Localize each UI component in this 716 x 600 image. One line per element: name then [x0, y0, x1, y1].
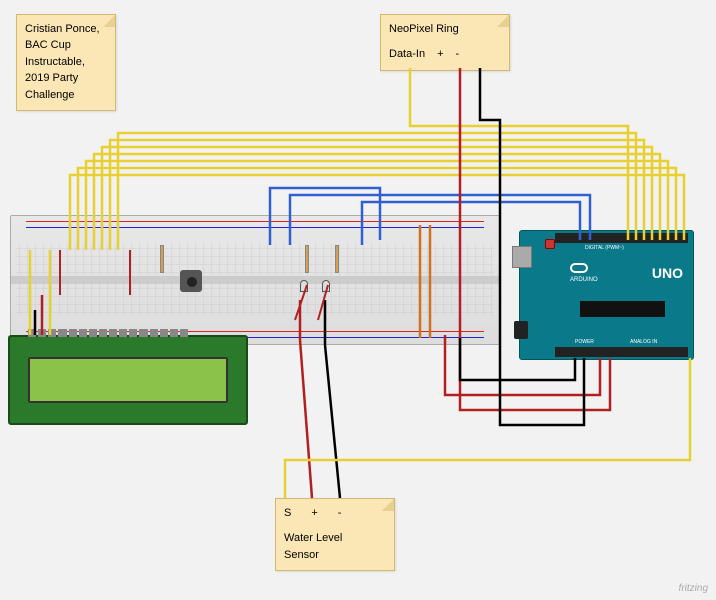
water-pin-pos: +	[311, 506, 317, 521]
usb-port	[512, 246, 532, 268]
author-note: Cristian Ponce, BAC Cup Instructable, 20…	[16, 14, 116, 111]
lcd-screen	[28, 357, 228, 403]
atmega-chip	[580, 301, 665, 317]
note-line: BAC Cup	[25, 38, 107, 53]
uno-label: UNO	[652, 265, 683, 281]
neopixel-pin-neg: -	[456, 47, 460, 62]
potentiometer	[180, 270, 202, 292]
neopixel-pin-data: Data-In	[389, 47, 425, 62]
water-pin-neg: -	[338, 506, 342, 521]
note-line: Cristian Ponce,	[25, 22, 107, 37]
note-line: Challenge	[25, 88, 107, 103]
analog-headers	[555, 347, 688, 357]
arduino-text: ARDUINO	[570, 277, 598, 283]
water-title-2: Sensor	[284, 548, 386, 563]
neopixel-pin-pos: +	[437, 47, 443, 62]
power-text: POWER	[575, 339, 594, 345]
note-line: Instructable,	[25, 55, 107, 70]
resistor-1	[160, 245, 164, 273]
breadboard	[10, 215, 500, 345]
note-line: 2019 Party	[25, 71, 107, 86]
resistor-2	[305, 245, 309, 273]
fritzing-watermark: fritzing	[679, 583, 708, 594]
neopixel-note: NeoPixel Ring Data-In + -	[380, 14, 510, 71]
digital-headers	[555, 233, 688, 243]
neopixel-title: NeoPixel Ring	[389, 22, 501, 37]
resistor-3	[335, 245, 339, 273]
water-title-1: Water Level	[284, 531, 386, 546]
infinity-logo	[570, 263, 588, 273]
power-jack	[514, 321, 528, 339]
digital-text: DIGITAL (PWM~)	[585, 245, 624, 251]
arduino-uno: UNO ARDUINO DIGITAL (PWM~) ANALOG IN POW…	[519, 230, 694, 360]
analog-text: ANALOG IN	[630, 339, 657, 345]
lcd-display	[8, 335, 248, 425]
led-1	[300, 280, 308, 292]
water-pin-signal: S	[284, 506, 291, 521]
reset-button	[545, 239, 555, 249]
led-2	[322, 280, 330, 292]
water-sensor-note: S + - Water Level Sensor	[275, 498, 395, 571]
